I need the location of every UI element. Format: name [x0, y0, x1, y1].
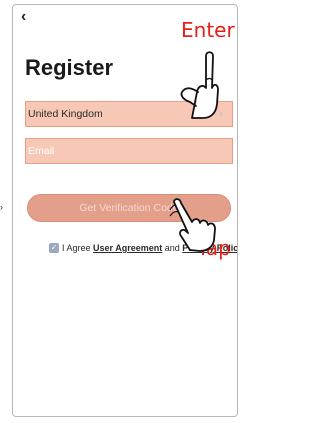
get-verification-code-button[interactable]: Get Verification Code [27, 194, 231, 222]
tap-annotation: Tap [197, 236, 231, 260]
checkbox-checked-icon[interactable]: ✓ [49, 242, 59, 253]
agree-prefix: I Agree [62, 243, 94, 253]
chevron-left-icon: ‹ [21, 8, 27, 25]
email-placeholder: Email [28, 145, 55, 157]
email-field[interactable]: Email [25, 138, 233, 164]
page-title: Register [25, 55, 114, 80]
phone-screen: ‹ Register United Kingdom › Email Get Ve… [12, 4, 238, 417]
enter-annotation: Enter [181, 18, 235, 42]
chevron-right-icon: › [219, 108, 223, 120]
side-arrow-icon: › [0, 202, 3, 212]
country-selector[interactable]: United Kingdom › [25, 101, 233, 127]
user-agreement-link[interactable]: User Agreement [93, 243, 162, 253]
country-value: United Kingdom [28, 108, 103, 120]
agree-and: and [162, 243, 183, 253]
back-button[interactable]: ‹ [21, 9, 35, 25]
